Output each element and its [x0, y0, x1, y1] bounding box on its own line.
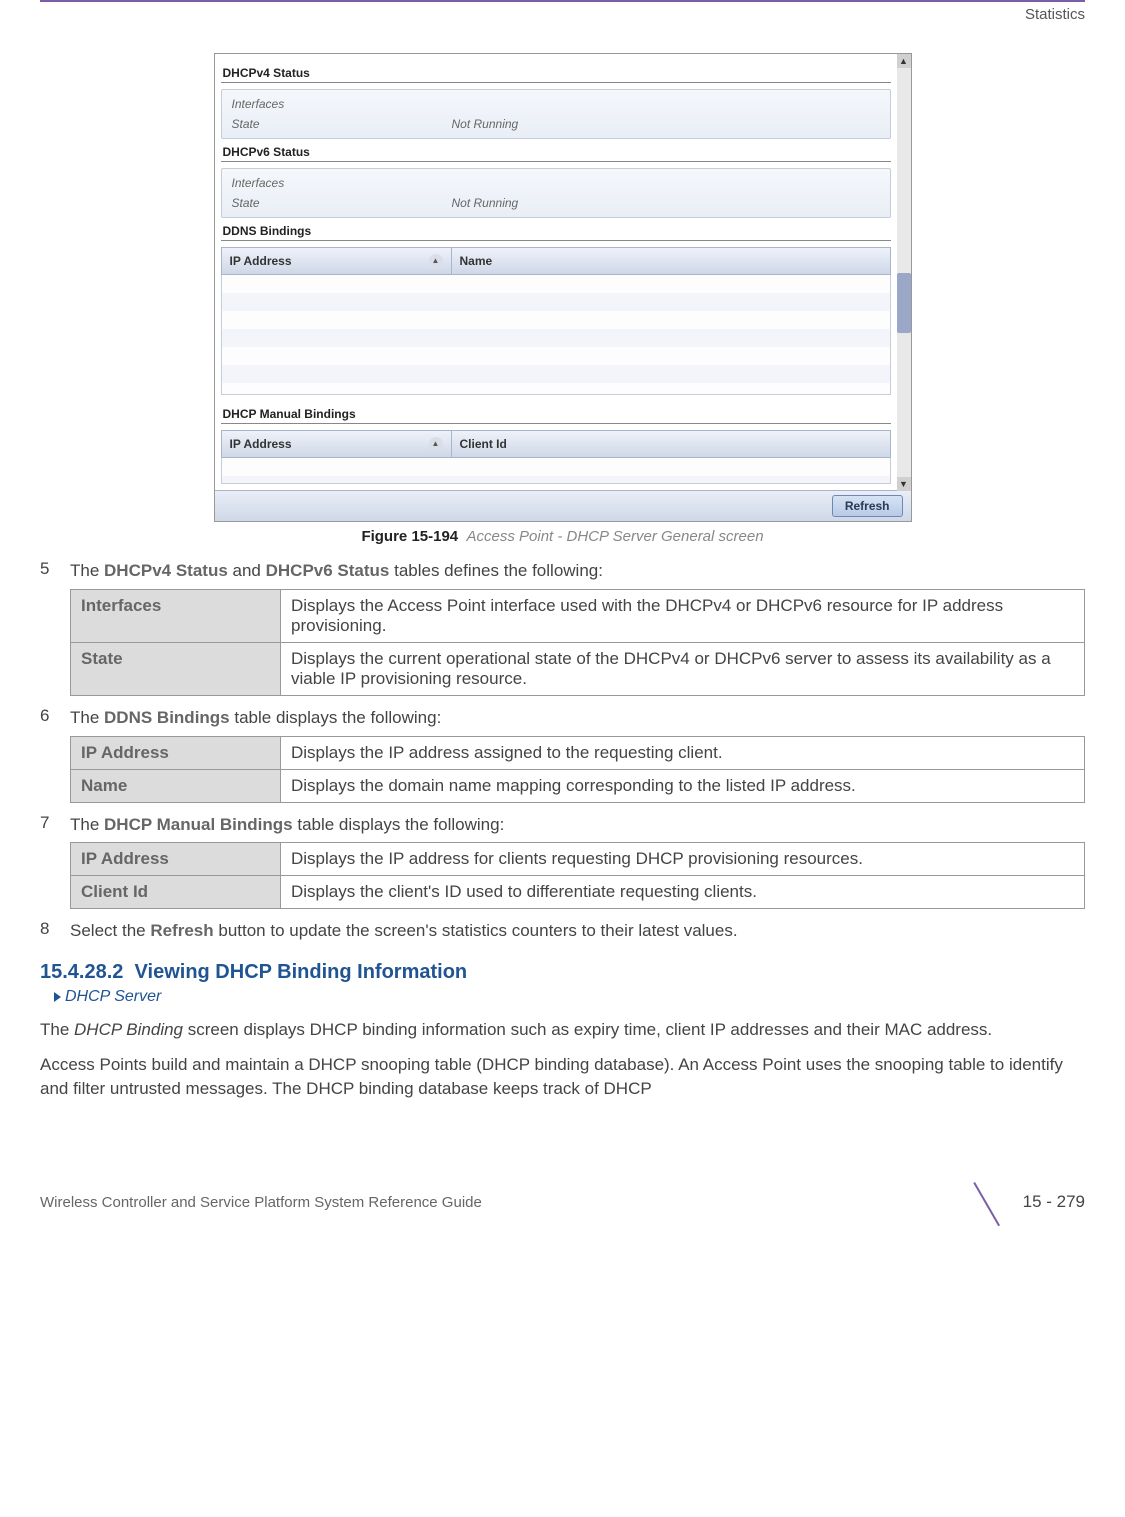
- def-value: Displays the client's ID used to differe…: [281, 876, 1085, 909]
- definition-table-status: InterfacesDisplays the Access Point inte…: [70, 589, 1085, 696]
- step-number: 8: [40, 919, 70, 943]
- footer-slash-icon: [975, 1182, 1015, 1222]
- screenshot-figure: ▲ ▼ DHCPv4 Status Interfaces StateNot Ru…: [214, 53, 912, 522]
- step-text: The DHCP Manual Bindings table displays …: [70, 813, 1085, 837]
- def-key: Interfaces: [71, 589, 281, 642]
- dhcpv4-interfaces-label: Interfaces: [232, 97, 452, 111]
- def-key: State: [71, 642, 281, 695]
- dhcpv6-interfaces-label: Interfaces: [232, 176, 452, 190]
- def-value: Displays the Access Point interface used…: [281, 589, 1085, 642]
- figure-caption: Figure 15-194 Access Point - DHCP Server…: [40, 528, 1085, 545]
- step-number: 7: [40, 813, 70, 837]
- scroll-down-icon[interactable]: ▼: [897, 477, 911, 491]
- def-value: Displays the current operational state o…: [281, 642, 1085, 695]
- ddns-table-header: IP Address ▲ Name: [221, 247, 891, 275]
- dhcpv4-state-label: State: [232, 117, 452, 131]
- step-number: 6: [40, 706, 70, 730]
- scrollbar[interactable]: ▲ ▼: [897, 54, 911, 491]
- paragraph: Access Points build and maintain a DHCP …: [40, 1053, 1085, 1102]
- def-key: IP Address: [71, 843, 281, 876]
- def-key: Name: [71, 769, 281, 802]
- def-value: Displays the IP address assigned to the …: [281, 736, 1085, 769]
- dhcpv4-state-value: Not Running: [452, 117, 519, 131]
- dhcpv6-state-label: State: [232, 196, 452, 210]
- step-text: The DDNS Bindings table displays the fol…: [70, 706, 1085, 730]
- footer-page-number: 15 - 279: [1023, 1192, 1085, 1212]
- def-key: IP Address: [71, 736, 281, 769]
- def-key: Client Id: [71, 876, 281, 909]
- manual-col-client[interactable]: Client Id: [452, 431, 890, 457]
- figure-text: Access Point - DHCP Server General scree…: [467, 528, 764, 545]
- definition-table-manual: IP AddressDisplays the IP address for cl…: [70, 842, 1085, 909]
- sort-asc-icon[interactable]: ▲: [429, 254, 443, 268]
- ddns-table-body: [221, 275, 891, 395]
- figure-label: Figure 15-194: [361, 528, 458, 545]
- dhcpv4-status-title: DHCPv4 Status: [223, 66, 891, 80]
- manual-bindings-title: DHCP Manual Bindings: [223, 407, 891, 421]
- refresh-button[interactable]: Refresh: [832, 495, 903, 517]
- def-value: Displays the IP address for clients requ…: [281, 843, 1085, 876]
- step-text: The DHCPv4 Status and DHCPv6 Status tabl…: [70, 559, 1085, 583]
- step-text: Select the Refresh button to update the …: [70, 919, 1085, 943]
- manual-table-header: IP Address ▲ Client Id: [221, 430, 891, 458]
- ddns-col-name[interactable]: Name: [452, 248, 890, 274]
- page-header-section: Statistics: [40, 0, 1085, 23]
- scroll-thumb[interactable]: [897, 273, 911, 333]
- dhcpv6-status-title: DHCPv6 Status: [223, 145, 891, 159]
- sort-asc-icon[interactable]: ▲: [429, 437, 443, 451]
- dhcpv6-state-value: Not Running: [452, 196, 519, 210]
- ddns-bindings-title: DDNS Bindings: [223, 224, 891, 238]
- def-value: Displays the domain name mapping corresp…: [281, 769, 1085, 802]
- scroll-up-icon[interactable]: ▲: [897, 54, 911, 68]
- section-heading: 15.4.28.2 Viewing DHCP Binding Informati…: [40, 961, 1085, 984]
- paragraph: The DHCP Binding screen displays DHCP bi…: [40, 1018, 1085, 1043]
- footer-guide-title: Wireless Controller and Service Platform…: [40, 1194, 482, 1211]
- arrow-right-icon: [54, 992, 61, 1002]
- step-number: 5: [40, 559, 70, 583]
- manual-col-ip[interactable]: IP Address: [230, 437, 292, 451]
- definition-table-ddns: IP AddressDisplays the IP address assign…: [70, 736, 1085, 803]
- breadcrumb[interactable]: DHCP Server: [54, 988, 1085, 1006]
- ddns-col-ip[interactable]: IP Address: [230, 254, 292, 268]
- manual-table-body: [221, 458, 891, 484]
